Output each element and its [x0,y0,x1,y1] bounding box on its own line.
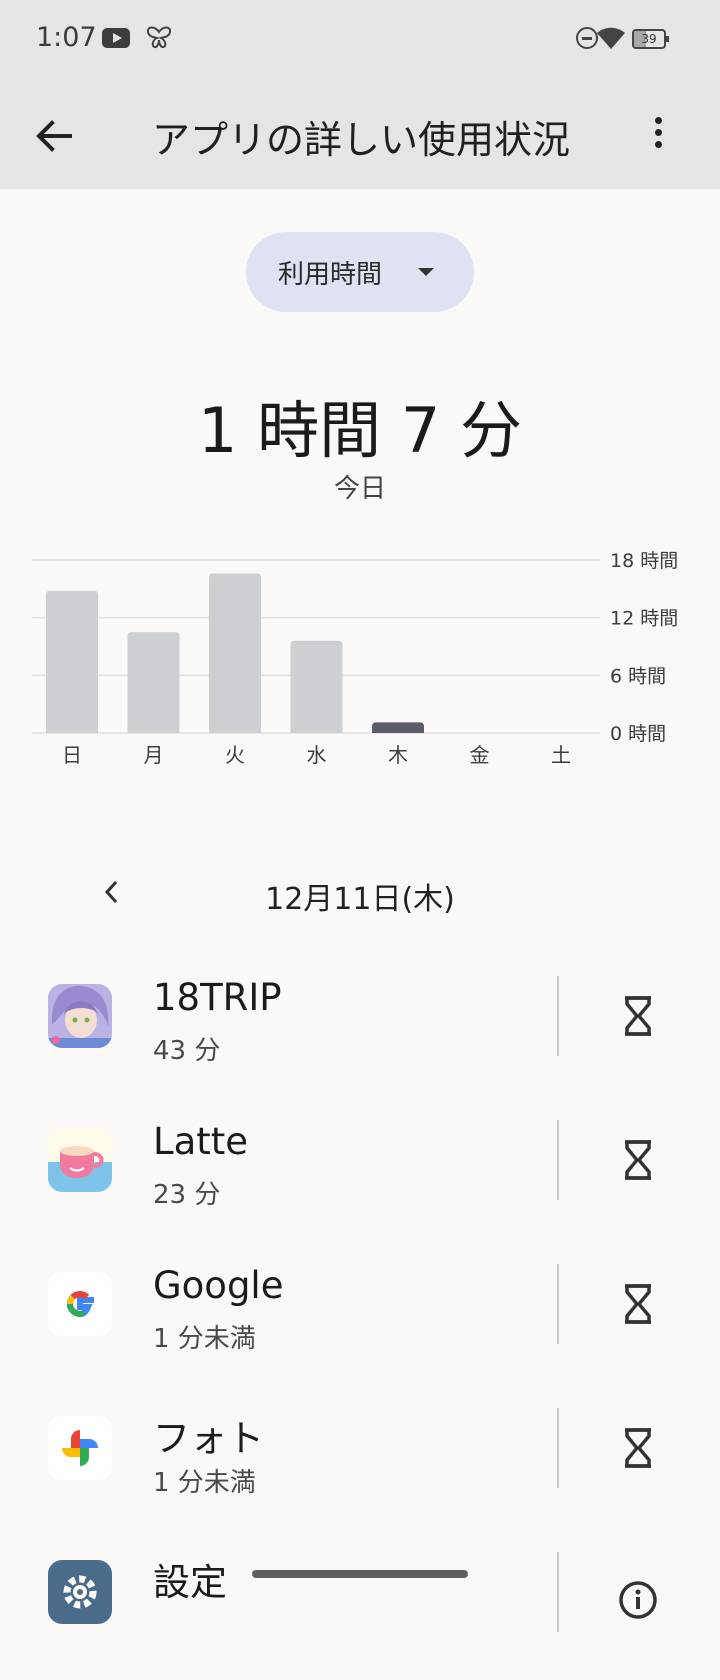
app-icon-latte [48,1128,112,1192]
app-name: 18TRIP [153,976,282,1019]
row-divider [557,1264,559,1344]
do-not-disturb-icon [576,27,598,49]
back-arrow-icon[interactable] [30,112,78,160]
chart-bar [372,722,424,733]
app-timer-hourglass-icon[interactable] [618,1138,658,1182]
status-bar: 1:07 39 [0,0,720,82]
app-name: Latte [153,1120,249,1163]
app-row-18trip[interactable]: 18TRIP 43 分 [0,976,720,1104]
row-divider [557,1120,559,1200]
app-row-photos[interactable]: フォト 1 分未満 [0,1408,720,1536]
chart-bar [46,590,98,733]
chart-x-tick-label: 土 [551,743,571,767]
chart-y-tick-label: 0 時間 [610,723,666,745]
battery-level: 39 [641,32,657,46]
wifi-icon [597,27,625,49]
row-divider [557,976,559,1056]
chart-bar [290,640,343,733]
chart-y-tick-label: 18 時間 [610,550,678,572]
app-info-icon[interactable] [618,1578,658,1622]
app-icon-photos [48,1416,112,1480]
app-row-settings[interactable]: 設定 [0,1552,720,1680]
metric-dropdown[interactable]: 利用時間 [246,232,474,312]
row-divider [557,1552,559,1632]
app-name: 設定 [153,1561,227,1604]
app-icon-settings [48,1560,112,1624]
row-divider [557,1408,559,1488]
chart-x-tick-label: 木 [388,743,408,767]
app-row-google[interactable]: Google 1 分未満 [0,1264,720,1392]
total-usage-caption: 今日 [333,474,386,504]
chart-bar [127,632,180,733]
app-usage: 43 分 [153,1036,221,1066]
home-indicator[interactable] [252,1570,468,1578]
more-options-icon[interactable] [648,112,668,160]
chart-x-tick-label: 金 [470,743,490,767]
chart-x-tick-label: 月 [144,743,164,767]
app-usage: 1 分未満 [153,1324,256,1354]
metric-dropdown-label: 利用時間 [278,260,383,290]
chart-y-tick-label: 12 時間 [610,608,678,630]
youtube-notification-icon [102,28,130,48]
app-icon-google [48,1272,112,1336]
chart-x-tick-label: 日 [62,743,82,767]
butterfly-notification-icon [146,26,172,49]
app-timer-hourglass-icon[interactable] [618,1426,658,1470]
app-timer-hourglass-icon[interactable] [618,1282,658,1326]
chart-bar [209,573,261,733]
app-name: Google [153,1264,284,1307]
app-bar: アプリの詳しい使用状況 [0,82,720,189]
app-usage: 1 分未満 [153,1468,256,1498]
page-title: アプリの詳しい使用状況 [152,118,571,162]
total-usage-time: 1 時間 7 分 [197,394,523,467]
battery-icon: 39 [632,29,669,49]
chart-x-tick-label: 水 [307,743,327,767]
status-time: 1:07 [36,22,97,53]
app-usage: 23 分 [153,1180,221,1210]
weekly-usage-chart: 18 時間 12 時間 6 時間 0 時間日 月 火 水 木 金 土 [32,550,678,767]
app-name: フォト [153,1417,264,1460]
app-icon-18trip [48,984,112,1048]
chart-y-tick-label: 6 時間 [610,665,666,687]
app-timer-hourglass-icon[interactable] [618,994,658,1038]
chart-x-tick-label: 火 [225,743,245,767]
selected-date: 12月11日(木) [265,882,455,917]
app-row-latte[interactable]: Latte 23 分 [0,1120,720,1248]
dropdown-caret-icon [418,268,434,276]
